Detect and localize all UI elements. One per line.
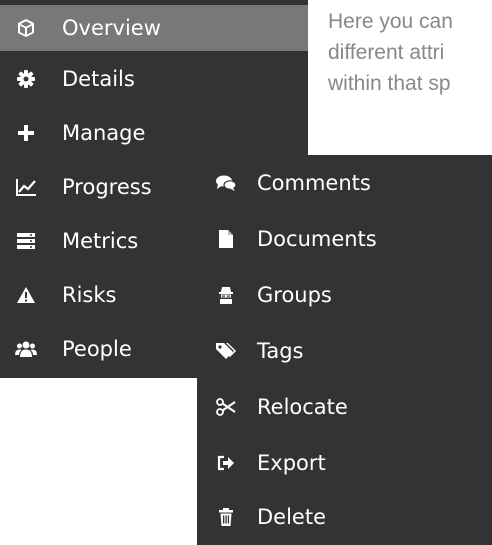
submenu-item-label: Delete <box>257 505 326 529</box>
comments-icon <box>215 172 237 194</box>
plus-icon <box>15 122 37 144</box>
menu-item-label: Details <box>62 67 135 91</box>
line-chart-icon <box>15 176 37 198</box>
submenu-item-relocate[interactable]: Relocate <box>197 379 492 435</box>
menu-item-label: Manage <box>62 121 146 145</box>
menu-item-label: Overview <box>62 16 161 40</box>
paragraph-line: within that sp <box>328 72 451 95</box>
submenu-item-delete[interactable]: Delete <box>197 489 492 545</box>
tags-icon <box>215 340 237 362</box>
group-icon <box>215 284 237 306</box>
users-icon <box>15 338 37 360</box>
menu-item-label: People <box>62 337 132 361</box>
submenu-item-export[interactable]: Export <box>197 435 492 491</box>
cube-icon <box>15 17 37 39</box>
paragraph-line: different attri <box>328 41 445 64</box>
submenu-item-label: Comments <box>257 171 371 195</box>
manage-submenu: Comments Documents Groups Tags Relocate … <box>197 155 492 545</box>
scissors-icon <box>215 396 237 418</box>
submenu-item-groups[interactable]: Groups <box>197 267 492 323</box>
submenu-item-label: Documents <box>257 227 377 251</box>
paragraph-line: Here you can <box>328 10 453 33</box>
warning-icon <box>15 284 37 306</box>
menu-item-label: Progress <box>62 175 152 199</box>
trash-icon <box>215 506 237 528</box>
menu-item-label: Metrics <box>62 229 139 253</box>
export-icon <box>215 452 237 474</box>
submenu-item-label: Export <box>257 451 326 475</box>
submenu-item-documents[interactable]: Documents <box>197 211 492 267</box>
background-paragraph: Here you can different attri within that… <box>328 6 492 99</box>
gear-icon <box>15 68 37 90</box>
menu-item-manage[interactable]: Manage <box>0 110 308 156</box>
submenu-item-label: Groups <box>257 283 332 307</box>
server-icon <box>15 230 37 252</box>
submenu-item-tags[interactable]: Tags <box>197 323 492 379</box>
document-icon <box>215 228 237 250</box>
menu-item-details[interactable]: Details <box>0 56 308 102</box>
submenu-item-label: Tags <box>257 339 304 363</box>
menu-item-overview[interactable]: Overview <box>0 5 308 51</box>
submenu-item-comments[interactable]: Comments <box>197 155 492 211</box>
submenu-item-label: Relocate <box>257 395 348 419</box>
menu-item-label: Risks <box>62 283 117 307</box>
